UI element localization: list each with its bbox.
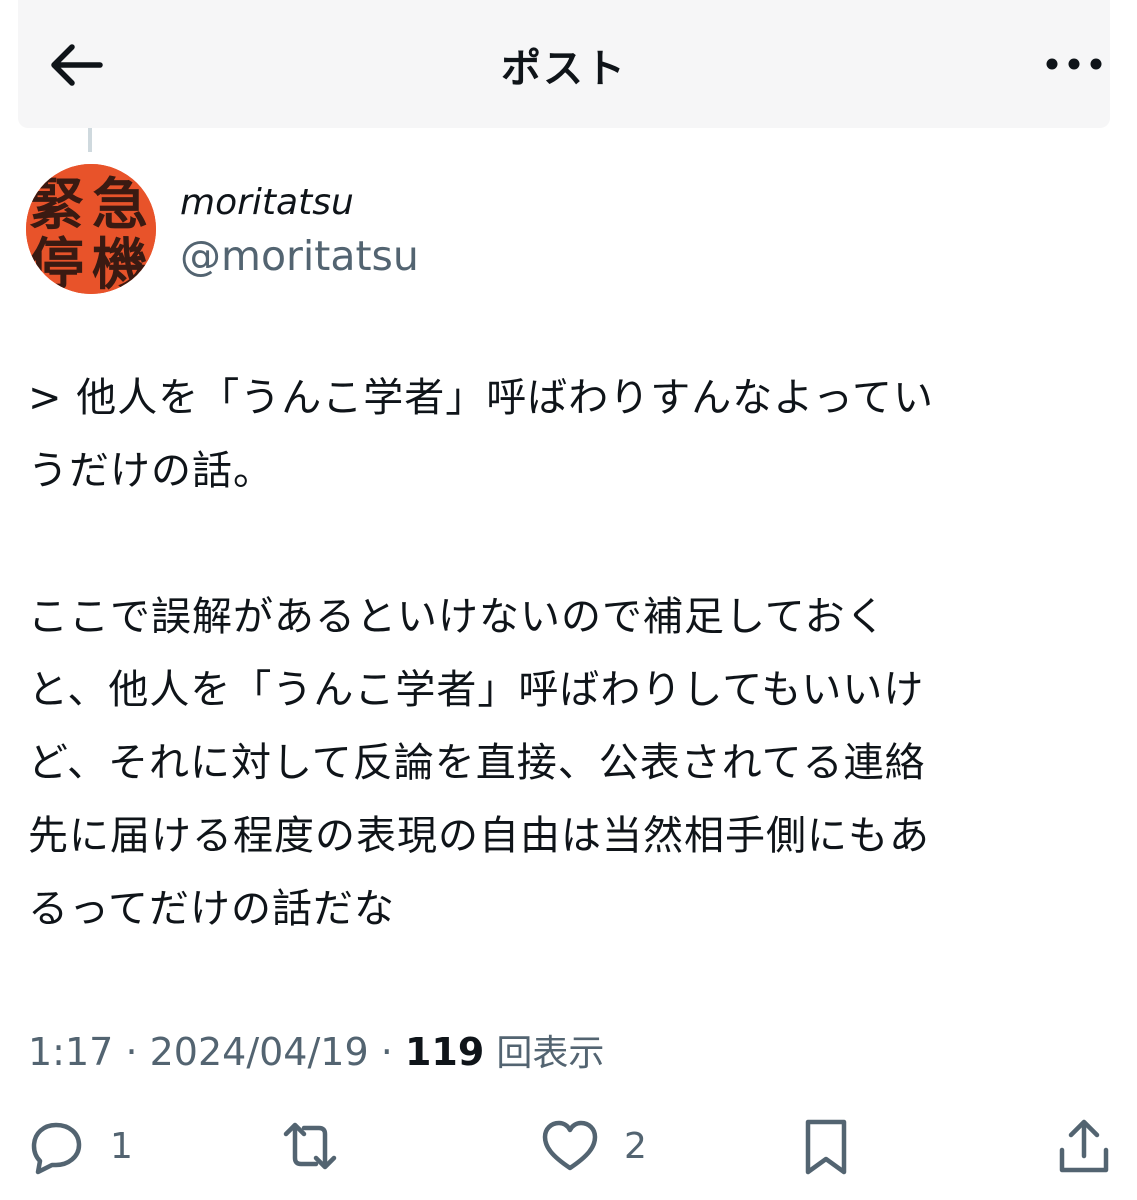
svg-text:緊: 緊 <box>28 173 84 238</box>
post-time[interactable]: 1:17 <box>28 1030 113 1074</box>
post-line: うだけの話。 <box>28 448 274 494</box>
author-display-name[interactable]: moritatsu <box>180 182 354 223</box>
share-button[interactable] <box>1054 1114 1114 1178</box>
heart-icon <box>542 1120 598 1171</box>
top-bar: ポスト <box>18 0 1110 128</box>
svg-text:急: 急 <box>92 173 148 238</box>
post-meta: 1:17 · 2024/04/19 · 119 回表示 <box>28 1024 604 1076</box>
avatar[interactable]: 緊 急 停 機 <box>26 164 156 294</box>
post-line: ど、それに対して反論を直接、公表されてる連絡 <box>28 740 926 786</box>
reply-count: 1 <box>110 1125 133 1167</box>
svg-text:機: 機 <box>92 233 148 294</box>
bookmark-button[interactable] <box>796 1114 856 1178</box>
views-label: 回表示 <box>496 1033 605 1074</box>
reply-button[interactable]: 1 <box>26 1114 133 1178</box>
more-horizontal-icon <box>1046 58 1102 70</box>
author-handle[interactable]: @moritatsu <box>180 232 419 280</box>
avatar-image: 緊 急 停 機 <box>26 164 156 294</box>
thread-connector-line <box>88 128 92 152</box>
post-text: > 他人を「うんこ学者」呼ばわりすんなよってい うだけの話。 ここで誤解があると… <box>28 362 1058 946</box>
post-date[interactable]: 2024/04/19 <box>150 1030 369 1074</box>
post-line: るってだけの話だな <box>28 886 395 932</box>
post-line: 先に届ける程度の表現の自由は当然相手側にもあ <box>28 813 930 859</box>
share-icon <box>1059 1119 1109 1173</box>
post-line: ここで誤解があるといけないので補足しておく <box>28 594 887 640</box>
meta-separator: · <box>125 1030 138 1074</box>
repost-icon <box>283 1122 337 1170</box>
post-line: と、他人を「うんこ学者」呼ばわりしてもいいけ <box>28 667 925 713</box>
more-options-button[interactable] <box>1042 44 1106 84</box>
meta-separator: · <box>380 1030 393 1074</box>
page-title: ポスト <box>501 46 627 92</box>
svg-text:停: 停 <box>28 233 84 294</box>
like-count: 2 <box>624 1125 647 1167</box>
bookmark-icon <box>805 1119 847 1175</box>
repost-button[interactable] <box>280 1114 364 1178</box>
views-count[interactable]: 119 <box>405 1030 484 1074</box>
like-button[interactable]: 2 <box>540 1114 647 1178</box>
reply-icon <box>31 1122 82 1175</box>
post-line: > 他人を「うんこ学者」呼ばわりすんなよってい <box>28 375 935 421</box>
